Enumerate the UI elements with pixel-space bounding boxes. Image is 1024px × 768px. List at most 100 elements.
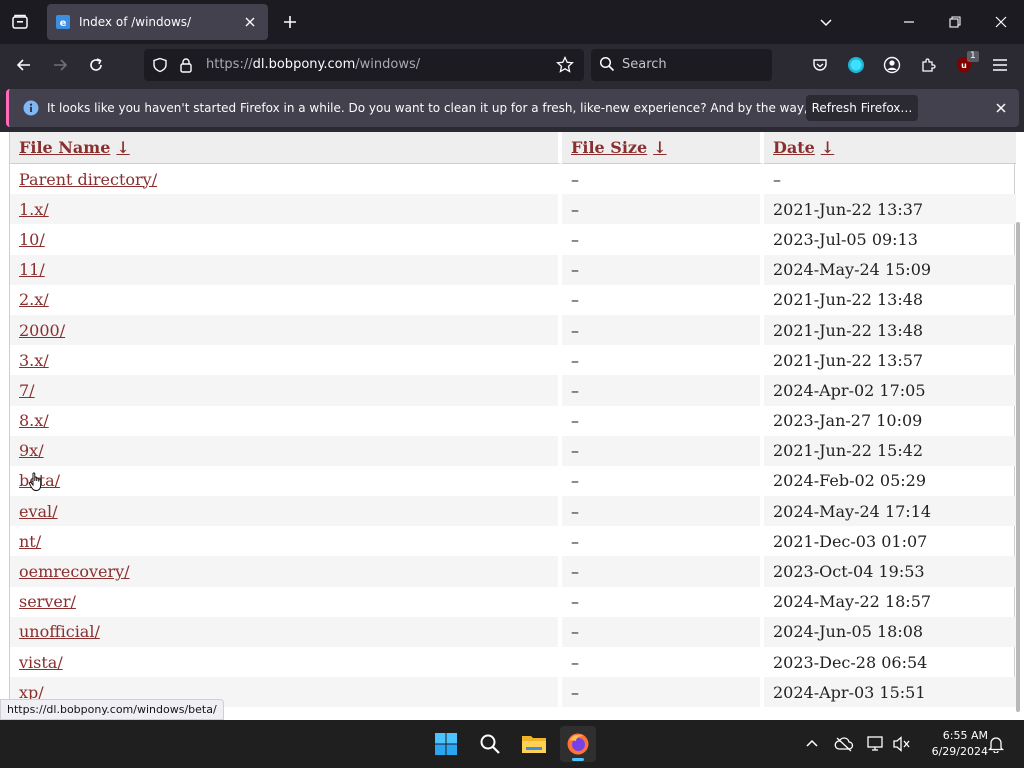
- table-row: 10/ –2023-Jul-05 09:13: [10, 224, 1016, 255]
- tab-title: Index of /windows/: [79, 15, 192, 29]
- notification-area: It looks like you haven't started Firefo…: [0, 86, 1024, 132]
- file-link[interactable]: 2000/: [19, 321, 65, 340]
- shield-icon[interactable]: [151, 56, 169, 74]
- file-date-cell: 2024-May-24 15:09: [764, 254, 1016, 285]
- file-link[interactable]: 3.x/: [19, 351, 49, 370]
- system-clock[interactable]: 6:55 AM 6/29/2024: [918, 728, 988, 760]
- list-all-tabs-button[interactable]: [6, 8, 34, 36]
- file-link[interactable]: 1.x/: [19, 200, 49, 219]
- header-size-label: File Size: [571, 138, 648, 157]
- svg-text:e: e: [60, 18, 67, 29]
- notification-close-button[interactable]: [991, 98, 1011, 118]
- file-link[interactable]: server/: [19, 592, 76, 611]
- file-name-cell: 2000/: [10, 314, 562, 346]
- search-bar[interactable]: Search: [591, 49, 772, 81]
- network-monitor-icon: [867, 736, 883, 751]
- onedrive-tray-button[interactable]: [832, 732, 856, 756]
- file-size-cell: –: [562, 647, 764, 678]
- windows-logo-icon: [435, 733, 457, 755]
- minimize-button[interactable]: [895, 8, 923, 36]
- column-header-name[interactable]: File Name ↓: [10, 132, 562, 164]
- reload-button[interactable]: [82, 51, 110, 79]
- vpn-extension-button[interactable]: [842, 51, 870, 79]
- file-link[interactable]: unofficial/: [19, 622, 100, 641]
- network-tray-button[interactable]: [864, 732, 888, 756]
- file-table: File Name ↓ File Size ↓ Date ↓ Parent direc…: [10, 132, 1016, 708]
- sort-by-size-link[interactable]: File Size ↓: [571, 138, 667, 157]
- tab-index-windows[interactable]: e Index of /windows/: [47, 4, 268, 40]
- url-scheme: https://: [206, 57, 253, 72]
- file-link[interactable]: Parent directory/: [19, 170, 157, 189]
- file-link[interactable]: 11/: [19, 260, 45, 279]
- notifications-tray-button[interactable]: [984, 732, 1008, 756]
- sort-by-name-link[interactable]: File Name ↓: [19, 138, 130, 157]
- file-link[interactable]: 7/: [19, 381, 35, 400]
- link-status-preview: https://dl.bobpony.com/windows/beta/: [0, 699, 224, 720]
- navigation-toolbar: https://dl.bobpony.com/windows/ Search u…: [0, 44, 1024, 86]
- chevron-down-icon: [820, 19, 832, 27]
- file-link[interactable]: vista/: [19, 653, 63, 672]
- bookmark-star-icon[interactable]: [556, 56, 574, 74]
- tab-overflow-chevron-button[interactable]: [812, 8, 840, 36]
- sort-arrow-icon: ↓: [653, 138, 667, 157]
- close-window-button[interactable]: [987, 8, 1015, 36]
- column-header-size[interactable]: File Size ↓: [562, 132, 764, 164]
- restore-button[interactable]: [941, 8, 969, 36]
- lock-icon[interactable]: [177, 56, 195, 74]
- file-date-cell: 2021-Jun-22 13:48: [773, 290, 924, 310]
- file-size-cell: –: [562, 194, 764, 225]
- file-name-cell: 2.x/: [10, 284, 562, 315]
- page-scrollbar[interactable]: [1016, 222, 1020, 712]
- refresh-firefox-button[interactable]: Refresh Firefox…: [806, 95, 918, 121]
- sort-by-date-link[interactable]: Date ↓: [773, 138, 834, 157]
- clock-time: 6:55 AM: [942, 729, 988, 742]
- page-viewport[interactable]: File Name ↓ File Size ↓ Date ↓ Parent direc…: [0, 132, 1024, 720]
- tab-list-icon: [12, 14, 28, 29]
- minimize-icon: [904, 21, 914, 23]
- app-menu-button[interactable]: [986, 51, 1014, 79]
- url-text[interactable]: https://dl.bobpony.com/windows/: [206, 57, 420, 72]
- start-button[interactable]: [428, 726, 464, 762]
- ublock-extension-button[interactable]: u 1: [950, 51, 979, 79]
- bell-icon: [988, 737, 1004, 753]
- new-tab-button[interactable]: [278, 10, 302, 34]
- url-host: dl.bobpony.com: [252, 57, 356, 72]
- file-link[interactable]: oemrecovery/: [19, 562, 130, 581]
- pocket-icon: [813, 59, 827, 71]
- file-size-cell: –: [562, 677, 764, 708]
- file-size-cell: –: [562, 284, 764, 315]
- file-date-cell: 2024-May-24 17:14: [764, 496, 1016, 527]
- file-link[interactable]: 2.x/: [19, 290, 49, 309]
- url-path: /windows/: [355, 57, 421, 72]
- file-explorer-button[interactable]: [516, 726, 552, 762]
- refresh-firefox-notification: It looks like you haven't started Firefo…: [6, 89, 1019, 127]
- address-bar[interactable]: https://dl.bobpony.com/windows/: [144, 49, 584, 81]
- extension-badge: 1: [967, 51, 979, 62]
- firefox-taskbar-button[interactable]: [560, 726, 596, 762]
- file-link[interactable]: 8.x/: [19, 411, 49, 430]
- file-link[interactable]: 10/: [19, 230, 45, 249]
- show-hidden-icons-button[interactable]: [800, 732, 824, 756]
- table-row: 1.x/ –2021-Jun-22 13:37: [10, 194, 1016, 225]
- file-link[interactable]: nt/: [19, 532, 41, 551]
- puzzle-icon: [922, 58, 936, 72]
- volume-tray-button[interactable]: [890, 732, 914, 756]
- file-link[interactable]: eval/: [19, 502, 58, 521]
- table-row: 2.x/ –2021-Jun-22 13:48: [10, 284, 1016, 315]
- forward-button[interactable]: [46, 51, 74, 79]
- file-link[interactable]: 9x/: [19, 441, 44, 460]
- ie-favicon-icon: e: [56, 15, 70, 29]
- folder-icon: [522, 736, 546, 753]
- reload-icon: [90, 58, 102, 71]
- search-taskbar-button[interactable]: [472, 726, 508, 762]
- column-header-date[interactable]: Date ↓: [764, 132, 1016, 164]
- account-button[interactable]: [878, 51, 906, 79]
- extensions-button[interactable]: [914, 51, 942, 79]
- hamburger-menu-icon: [993, 59, 1007, 71]
- file-name-cell: 10/: [10, 224, 562, 255]
- pocket-button[interactable]: [806, 51, 834, 79]
- back-button[interactable]: [10, 51, 38, 79]
- tab-strip: e Index of /windows/: [0, 0, 1024, 44]
- file-size-cell: –: [562, 405, 764, 436]
- tab-close-icon[interactable]: [240, 12, 260, 32]
